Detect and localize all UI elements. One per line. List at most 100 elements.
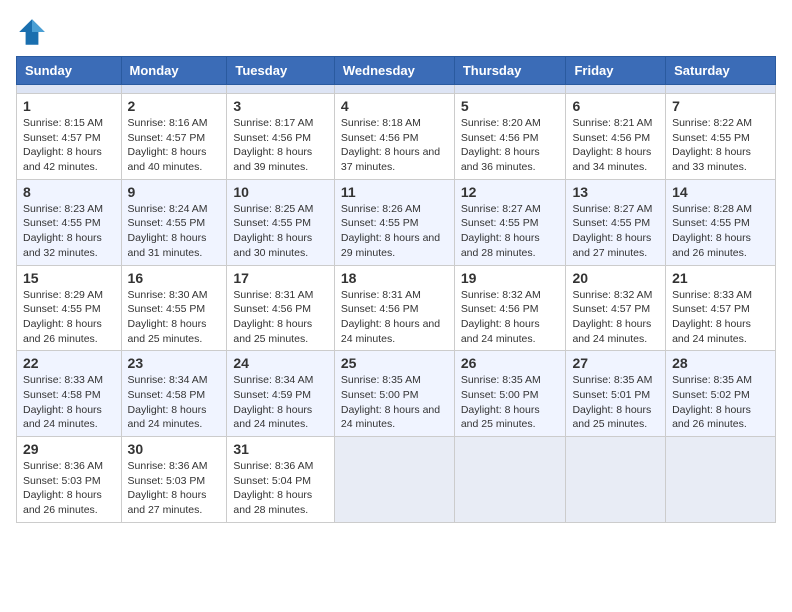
calendar-cell xyxy=(566,437,666,523)
day-info: Sunrise: 8:34 AM Sunset: 4:59 PM Dayligh… xyxy=(233,373,327,432)
daylight-label: Daylight: 8 hours and 24 minutes. xyxy=(341,318,440,345)
day-info: Sunrise: 8:29 AM Sunset: 4:55 PM Dayligh… xyxy=(23,288,115,347)
day-info: Sunrise: 8:21 AM Sunset: 4:56 PM Dayligh… xyxy=(572,116,659,175)
day-number: 3 xyxy=(233,98,327,114)
day-info: Sunrise: 8:18 AM Sunset: 4:56 PM Dayligh… xyxy=(341,116,448,175)
sunrise-label: Sunrise: 8:26 AM xyxy=(341,203,421,215)
sunset-label: Sunset: 4:56 PM xyxy=(341,132,419,144)
day-number: 24 xyxy=(233,355,327,371)
sunset-label: Sunset: 4:55 PM xyxy=(128,217,206,229)
sunrise-label: Sunrise: 8:35 AM xyxy=(572,374,652,386)
sunrise-label: Sunrise: 8:33 AM xyxy=(23,374,103,386)
sunrise-label: Sunrise: 8:35 AM xyxy=(341,374,421,386)
day-number: 4 xyxy=(341,98,448,114)
daylight-label: Daylight: 8 hours and 26 minutes. xyxy=(23,318,102,345)
daylight-label: Daylight: 8 hours and 26 minutes. xyxy=(23,489,102,516)
sunrise-label: Sunrise: 8:35 AM xyxy=(461,374,541,386)
sunset-label: Sunset: 4:55 PM xyxy=(341,217,419,229)
day-number: 20 xyxy=(572,270,659,286)
logo-icon xyxy=(16,16,48,48)
daylight-label: Daylight: 8 hours and 28 minutes. xyxy=(461,232,540,259)
day-info: Sunrise: 8:32 AM Sunset: 4:56 PM Dayligh… xyxy=(461,288,560,347)
daylight-label: Daylight: 8 hours and 27 minutes. xyxy=(572,232,651,259)
calendar-cell: 12 Sunrise: 8:27 AM Sunset: 4:55 PM Dayl… xyxy=(454,179,566,265)
day-number: 30 xyxy=(128,441,221,457)
day-info: Sunrise: 8:17 AM Sunset: 4:56 PM Dayligh… xyxy=(233,116,327,175)
sunset-label: Sunset: 4:56 PM xyxy=(461,303,539,315)
sunrise-label: Sunrise: 8:31 AM xyxy=(233,289,313,301)
calendar-cell: 17 Sunrise: 8:31 AM Sunset: 4:56 PM Dayl… xyxy=(227,265,334,351)
daylight-label: Daylight: 8 hours and 24 minutes. xyxy=(233,404,312,431)
daylight-label: Daylight: 8 hours and 28 minutes. xyxy=(233,489,312,516)
day-number: 29 xyxy=(23,441,115,457)
daylight-label: Daylight: 8 hours and 39 minutes. xyxy=(233,146,312,173)
sunset-label: Sunset: 4:57 PM xyxy=(672,303,750,315)
daylight-label: Daylight: 8 hours and 24 minutes. xyxy=(572,318,651,345)
sunrise-label: Sunrise: 8:30 AM xyxy=(128,289,208,301)
calendar-cell: 30 Sunrise: 8:36 AM Sunset: 5:03 PM Dayl… xyxy=(121,437,227,523)
calendar-cell: 23 Sunrise: 8:34 AM Sunset: 4:58 PM Dayl… xyxy=(121,351,227,437)
day-info: Sunrise: 8:25 AM Sunset: 4:55 PM Dayligh… xyxy=(233,202,327,261)
day-info: Sunrise: 8:20 AM Sunset: 4:56 PM Dayligh… xyxy=(461,116,560,175)
calendar-cell xyxy=(334,437,454,523)
calendar-cell xyxy=(666,437,776,523)
sunset-label: Sunset: 4:55 PM xyxy=(461,217,539,229)
day-number: 18 xyxy=(341,270,448,286)
day-number: 16 xyxy=(128,270,221,286)
day-number: 19 xyxy=(461,270,560,286)
daylight-label: Daylight: 8 hours and 29 minutes. xyxy=(341,232,440,259)
daylight-label: Daylight: 8 hours and 24 minutes. xyxy=(341,404,440,431)
sunset-label: Sunset: 4:56 PM xyxy=(341,303,419,315)
calendar-cell: 16 Sunrise: 8:30 AM Sunset: 4:55 PM Dayl… xyxy=(121,265,227,351)
header-row: SundayMondayTuesdayWednesdayThursdayFrid… xyxy=(17,57,776,85)
day-info: Sunrise: 8:22 AM Sunset: 4:55 PM Dayligh… xyxy=(672,116,769,175)
day-number: 17 xyxy=(233,270,327,286)
day-info: Sunrise: 8:30 AM Sunset: 4:55 PM Dayligh… xyxy=(128,288,221,347)
daylight-label: Daylight: 8 hours and 30 minutes. xyxy=(233,232,312,259)
day-number: 11 xyxy=(341,184,448,200)
day-info: Sunrise: 8:27 AM Sunset: 4:55 PM Dayligh… xyxy=(572,202,659,261)
sunset-label: Sunset: 4:57 PM xyxy=(572,303,650,315)
day-number: 15 xyxy=(23,270,115,286)
column-header-thursday: Thursday xyxy=(454,57,566,85)
calendar-cell: 5 Sunrise: 8:20 AM Sunset: 4:56 PM Dayli… xyxy=(454,94,566,180)
calendar-cell: 1 Sunrise: 8:15 AM Sunset: 4:57 PM Dayli… xyxy=(17,94,122,180)
column-header-monday: Monday xyxy=(121,57,227,85)
day-number: 8 xyxy=(23,184,115,200)
calendar-cell: 8 Sunrise: 8:23 AM Sunset: 4:55 PM Dayli… xyxy=(17,179,122,265)
daylight-label: Daylight: 8 hours and 24 minutes. xyxy=(461,318,540,345)
day-number: 5 xyxy=(461,98,560,114)
sunset-label: Sunset: 4:55 PM xyxy=(672,132,750,144)
calendar-cell xyxy=(17,85,122,94)
daylight-label: Daylight: 8 hours and 27 minutes. xyxy=(128,489,207,516)
calendar-cell: 2 Sunrise: 8:16 AM Sunset: 4:57 PM Dayli… xyxy=(121,94,227,180)
sunrise-label: Sunrise: 8:36 AM xyxy=(23,460,103,472)
daylight-label: Daylight: 8 hours and 33 minutes. xyxy=(672,146,751,173)
sunset-label: Sunset: 5:03 PM xyxy=(23,475,101,487)
calendar-cell xyxy=(454,437,566,523)
sunrise-label: Sunrise: 8:24 AM xyxy=(128,203,208,215)
day-number: 9 xyxy=(128,184,221,200)
week-row-2: 8 Sunrise: 8:23 AM Sunset: 4:55 PM Dayli… xyxy=(17,179,776,265)
sunset-label: Sunset: 5:03 PM xyxy=(128,475,206,487)
sunset-label: Sunset: 4:56 PM xyxy=(233,303,311,315)
week-row-0 xyxy=(17,85,776,94)
daylight-label: Daylight: 8 hours and 32 minutes. xyxy=(23,232,102,259)
daylight-label: Daylight: 8 hours and 42 minutes. xyxy=(23,146,102,173)
day-number: 22 xyxy=(23,355,115,371)
day-number: 7 xyxy=(672,98,769,114)
calendar-cell: 18 Sunrise: 8:31 AM Sunset: 4:56 PM Dayl… xyxy=(334,265,454,351)
sunset-label: Sunset: 4:56 PM xyxy=(233,132,311,144)
day-number: 23 xyxy=(128,355,221,371)
daylight-label: Daylight: 8 hours and 25 minutes. xyxy=(461,404,540,431)
day-info: Sunrise: 8:33 AM Sunset: 4:58 PM Dayligh… xyxy=(23,373,115,432)
daylight-label: Daylight: 8 hours and 31 minutes. xyxy=(128,232,207,259)
calendar-cell xyxy=(334,85,454,94)
sunset-label: Sunset: 4:55 PM xyxy=(672,217,750,229)
logo xyxy=(16,16,52,48)
sunset-label: Sunset: 5:00 PM xyxy=(461,389,539,401)
sunrise-label: Sunrise: 8:33 AM xyxy=(672,289,752,301)
day-info: Sunrise: 8:36 AM Sunset: 5:04 PM Dayligh… xyxy=(233,459,327,518)
sunrise-label: Sunrise: 8:27 AM xyxy=(572,203,652,215)
day-number: 1 xyxy=(23,98,115,114)
